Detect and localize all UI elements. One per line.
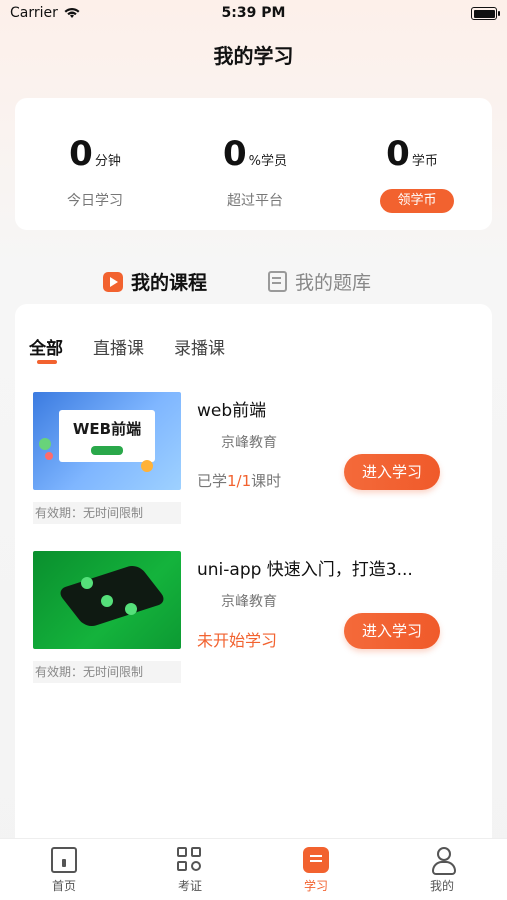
home-icon	[51, 847, 77, 873]
validity-label: 有效期：无时间限制	[33, 661, 181, 683]
progress-value: 1/1	[227, 472, 252, 490]
stat-unit: 学币	[411, 154, 438, 169]
validity-label: 有效期：无时间限制	[33, 502, 181, 524]
page-title: 我的学习	[213, 44, 294, 68]
grid-search-icon	[177, 847, 203, 873]
decor-bubble	[101, 595, 113, 607]
course-card[interactable]: WEB前端 有效期：无时间限制 web前端 京峰教育 已学1/1课时 进入学习	[33, 392, 483, 524]
course-title[interactable]: web前端	[197, 396, 457, 421]
stat-today-study: 0 分钟 今日学习	[15, 134, 175, 209]
stat-value: 0	[386, 134, 410, 174]
stats-card: 0 分钟 今日学习 0 %学员 超过平台 0 学币 领学币	[15, 98, 492, 230]
decor-dot	[141, 460, 153, 472]
status-bar: Carrier 5:39 PM	[0, 0, 507, 28]
tabbar-certificate[interactable]: 考证	[150, 847, 230, 894]
tabbar-label: 我的	[429, 879, 454, 893]
battery-icon	[471, 7, 500, 20]
tab-label: 我的课程	[131, 272, 208, 294]
thumbnail-text: WEB前端	[72, 420, 142, 438]
stat-beat-platform: 0 %学员 超过平台	[175, 134, 335, 209]
decor-dot	[45, 452, 53, 460]
thumbnail-phone	[56, 563, 168, 629]
tabbar-label: 考证	[177, 879, 202, 893]
stat-value: 0	[222, 134, 247, 174]
bottom-tabbar: 首页 考证 学习 我的	[0, 838, 507, 900]
subtab-recorded[interactable]: 录播课	[174, 334, 225, 359]
subtab-active-indicator	[37, 360, 57, 364]
course-title[interactable]: uni-app 快速入门，打造3...	[197, 555, 457, 580]
enter-study-button[interactable]: 进入学习	[344, 613, 440, 649]
tabbar-label: 首页	[51, 879, 76, 893]
stat-label: 今日学习	[67, 193, 123, 209]
course-status: 未开始学习	[197, 631, 278, 650]
claim-coins-button[interactable]: 领学币	[380, 189, 454, 213]
stat-coins: 0 学币 领学币	[332, 134, 492, 213]
tabbar-me[interactable]: 我的	[402, 847, 482, 894]
course-org: 京峰教育	[221, 594, 277, 610]
course-thumbnail: WEB前端	[33, 392, 181, 490]
enter-study-button[interactable]: 进入学习	[344, 454, 440, 490]
stat-label: 超过平台	[227, 193, 283, 209]
play-square-icon	[103, 271, 123, 292]
study-icon	[303, 847, 329, 873]
course-card[interactable]: 有效期：无时间限制 uni-app 快速入门，打造3... 京峰教育 未开始学习…	[33, 551, 483, 683]
main-tabs: 我的课程 我的题库	[0, 264, 507, 298]
course-thumbnail	[33, 551, 181, 649]
course-progress: 已学1/1课时	[197, 470, 281, 491]
decor-bubble	[81, 577, 93, 589]
stat-value: 0	[69, 134, 93, 174]
tab-label: 我的题库	[295, 272, 372, 294]
progress-suffix: 课时	[251, 472, 282, 490]
progress-prefix: 已学	[197, 472, 228, 490]
subtab-all[interactable]: 全部	[29, 334, 63, 359]
decor-bubble	[125, 603, 137, 615]
thumbnail-board: WEB前端	[59, 410, 155, 462]
decor-dot	[39, 438, 51, 450]
course-list-panel: 全部 直播课 录播课 WEB前端 有效期：无时间限制 web前端 京峰教育 已学…	[15, 304, 492, 844]
user-icon	[429, 847, 456, 875]
tab-my-courses[interactable]: 我的课程	[103, 268, 207, 295]
tab-question-bank[interactable]: 我的题库	[268, 268, 371, 295]
question-bank-icon	[268, 271, 287, 292]
tabbar-home[interactable]: 首页	[24, 847, 104, 894]
stat-unit: 分钟	[94, 154, 121, 169]
tabbar-label: 学习	[303, 879, 328, 893]
subtab-live[interactable]: 直播课	[93, 334, 144, 359]
thumbnail-pill	[91, 446, 123, 455]
stat-unit: %学员	[248, 154, 288, 169]
course-org: 京峰教育	[221, 435, 277, 451]
tabbar-study[interactable]: 学习	[276, 847, 356, 894]
clock: 5:39 PM	[221, 5, 286, 21]
